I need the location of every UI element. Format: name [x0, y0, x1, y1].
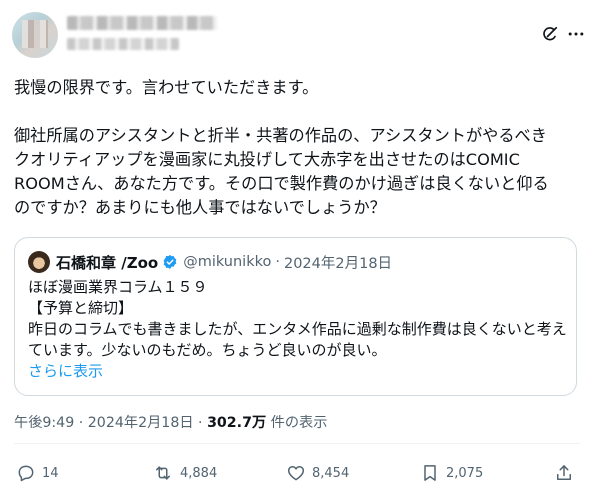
tweet-line: のですか？あまりにも他人事ではないでしょうか？: [14, 198, 386, 217]
action-bar: 14 4,884 8,454 2,075: [0, 458, 594, 488]
quoted-author-avatar: [28, 251, 50, 273]
like-count: 8,454: [312, 465, 350, 481]
quoted-author-name: 石橋和章 /Zoo: [56, 253, 159, 272]
reply-icon: [18, 465, 34, 482]
author-avatar[interactable]: [12, 12, 58, 58]
grok-icon[interactable]: [538, 22, 562, 46]
more-options-icon[interactable]: [564, 22, 588, 46]
retweet-count: 4,884: [180, 465, 218, 481]
bookmark-count: 2,075: [446, 465, 484, 481]
share-button[interactable]: [554, 458, 580, 488]
quoted-tweet[interactable]: 石橋和章 /Zoo @mikunikko · 2024年2月18日 ほぼ漫画業界…: [14, 237, 577, 396]
quoted-tweet-header: 石橋和章 /Zoo @mikunikko · 2024年2月18日: [28, 251, 392, 273]
tweet-time[interactable]: 午後9:49: [14, 415, 74, 431]
reply-count: 14: [42, 465, 59, 481]
show-more-link[interactable]: さらに表示: [28, 361, 568, 382]
tweet-line: 我慢の限界です。言わせていただきます。: [14, 78, 319, 97]
meta-separator: ·: [193, 415, 208, 431]
heart-icon: [287, 466, 305, 481]
tweet-line: クオリティアップを漫画家に丸投げして大赤字を出させたのはCOMIC: [14, 150, 520, 169]
view-count-label: 件の表示: [266, 415, 328, 431]
tweet-line: ROOMさん、あなた方です。その口で製作費のかけ過ぎは良くないと仰る: [14, 174, 549, 193]
verified-badge-icon: [162, 254, 178, 270]
quoted-line: 【予算と締切】: [28, 299, 134, 317]
retweet-icon: [156, 466, 170, 480]
retweet-button[interactable]: 4,884: [152, 458, 217, 488]
quoted-line: ほぼ漫画業界コラム１５９: [28, 278, 208, 296]
quoted-line: 昨日のコラムでも書きましたが、エンタメ作品に過剰な制作費は良くないと考え: [28, 320, 567, 338]
tweet-line: 御社所属のアシスタントと折半・共著の作品の、アシスタントがやるべき: [14, 126, 547, 145]
quoted-author-handle: @mikunikko: [183, 254, 272, 270]
divider: [14, 443, 580, 444]
tweet-meta: 午後9:49 · 2024年2月18日 · 302.7万 件の表示: [14, 412, 327, 432]
quoted-tweet-text: ほぼ漫画業界コラム１５９ 【予算と締切】 昨日のコラムでも書きましたが、エンタメ…: [28, 277, 568, 382]
like-button[interactable]: 8,454: [286, 458, 349, 488]
separator-dot: ·: [275, 254, 280, 270]
share-icon: [557, 465, 571, 480]
tweet-text: 我慢の限界です。言わせていただきます。 御社所属のアシスタントと折半・共著の作品…: [14, 76, 580, 220]
bookmark-button[interactable]: 2,075: [420, 458, 483, 488]
author-name-redacted[interactable]: [67, 16, 217, 30]
quoted-date: 2024年2月18日: [283, 255, 393, 272]
quoted-line: ています。少ないのもだめ。ちょうど良いのが良い。: [28, 341, 387, 359]
bookmark-icon: [424, 465, 436, 481]
reply-button[interactable]: 14: [16, 458, 59, 488]
meta-separator: ·: [74, 415, 88, 431]
author-handle-redacted[interactable]: [67, 38, 179, 50]
tweet-header: [12, 10, 584, 60]
tweet-date[interactable]: 2024年2月18日: [88, 415, 194, 431]
view-count: 302.7万: [207, 415, 267, 431]
